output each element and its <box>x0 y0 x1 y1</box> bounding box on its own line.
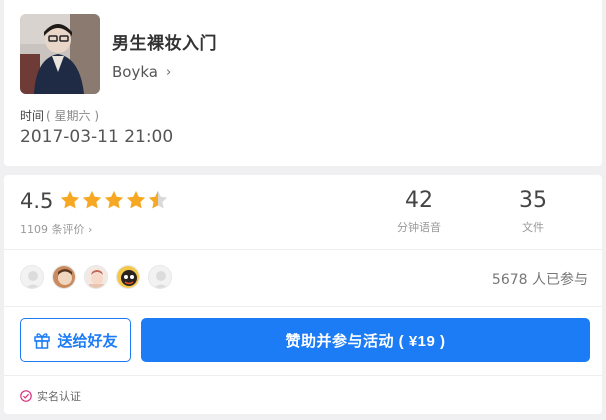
divider <box>4 306 602 307</box>
stat-duration: 42 分钟语音 <box>379 188 459 235</box>
event-detail-card: 4.5 1109 条评价 › 42 分钟语音 35 文件 5678 人已参与 送… <box>4 175 602 414</box>
gift-icon <box>34 333 51 349</box>
participant-count: 5678 人已参与 <box>491 272 588 288</box>
stat-files: 35 文件 <box>493 188 573 235</box>
divider <box>4 375 602 376</box>
stat-value: 35 <box>519 188 547 213</box>
avatar[interactable] <box>116 265 140 289</box>
divider <box>4 249 602 250</box>
participant-avatars[interactable] <box>20 265 180 289</box>
time-label-text: 时间 <box>20 109 45 123</box>
author-name: Boyka <box>112 63 158 81</box>
chevron-right-icon: › <box>165 64 172 80</box>
stat-label: 分钟语音 <box>397 221 441 234</box>
gift-to-friend-button[interactable]: 送给好友 <box>20 318 131 362</box>
avatar[interactable] <box>52 265 76 289</box>
event-header-card: 男生裸妆入门 Boyka › 时间( 星期六 ) 2017-03-11 21:0… <box>4 0 602 166</box>
avatar[interactable] <box>20 265 44 289</box>
stat-value: 42 <box>405 188 433 213</box>
star-icon <box>60 190 80 209</box>
event-datetime: 2017-03-11 21:00 <box>20 127 174 147</box>
time-label: 时间( 星期六 ) <box>20 107 99 124</box>
time-weekday: ( 星期六 ) <box>46 109 100 123</box>
event-title: 男生裸妆入门 <box>112 34 217 54</box>
star-icon <box>104 190 124 209</box>
avatar[interactable] <box>148 265 172 289</box>
check-circle-icon <box>20 390 32 402</box>
half-star-icon <box>148 190 168 209</box>
avatar[interactable] <box>84 265 108 289</box>
verification-label: 实名认证 <box>37 390 81 403</box>
author-link[interactable]: Boyka › <box>112 63 171 81</box>
event-cover-image[interactable] <box>20 14 100 94</box>
star-icon <box>82 190 102 209</box>
gift-button-label: 送给好友 <box>57 332 118 350</box>
star-icon <box>126 190 146 209</box>
sponsor-join-button[interactable]: 赞助并参与活动 ( ¥19 ) <box>141 318 590 362</box>
rating-stars <box>59 189 169 211</box>
stat-label: 文件 <box>522 221 544 234</box>
verification-badge: 实名认证 <box>20 388 81 404</box>
rating-score: 4.5 <box>20 189 54 213</box>
review-count-link[interactable]: 1109 条评价 › <box>20 221 92 237</box>
